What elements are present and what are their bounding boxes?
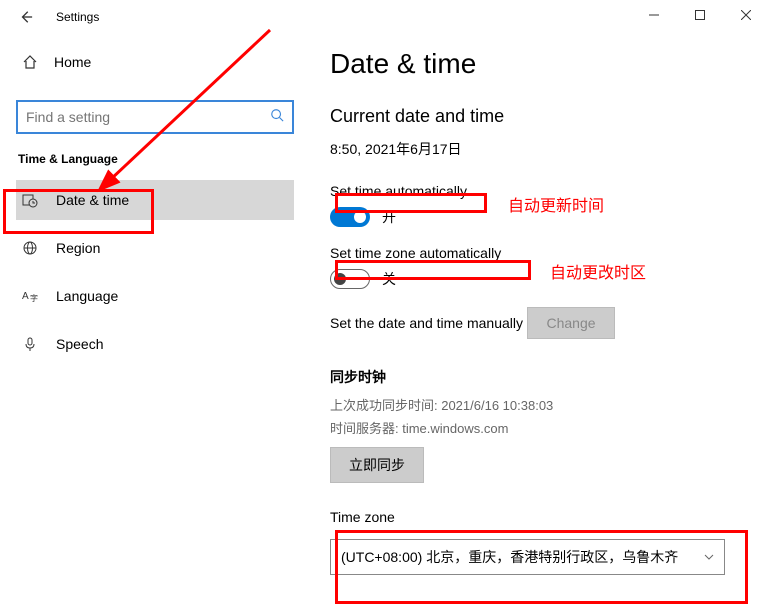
home-nav[interactable]: Home — [16, 44, 294, 80]
nav-label: Date & time — [56, 192, 129, 208]
timezone-label: Time zone — [330, 509, 395, 525]
maximize-button[interactable] — [677, 0, 723, 30]
search-input-box[interactable] — [16, 100, 294, 134]
category-header: Time & Language — [16, 152, 294, 166]
nav-region[interactable]: Region — [16, 228, 294, 268]
nav-label: Language — [56, 288, 118, 304]
svg-text:字: 字 — [30, 293, 38, 303]
window-title: Settings — [56, 10, 99, 24]
calendar-clock-icon — [20, 192, 40, 208]
close-button[interactable] — [723, 0, 769, 30]
page-title: Date & time — [330, 48, 769, 80]
sync-last-time: 上次成功同步时间: 2021/6/16 10:38:03 — [330, 395, 769, 414]
minimize-button[interactable] — [631, 0, 677, 30]
search-input[interactable] — [26, 109, 270, 125]
auto-timezone-state: 关 — [382, 269, 396, 289]
nav-label: Region — [56, 240, 100, 256]
auto-time-label: Set time automatically — [330, 183, 467, 199]
auto-timezone-label: Set time zone automatically — [330, 245, 501, 261]
current-datetime-value: 8:50, 2021年6月17日 — [330, 139, 769, 159]
sync-now-button[interactable]: 立即同步 — [330, 447, 424, 483]
timezone-select[interactable]: (UTC+08:00) 北京，重庆，香港特别行政区，乌鲁木齐 — [330, 539, 725, 575]
sidebar: Home Time & Language Date & time Region … — [0, 34, 310, 614]
home-label: Home — [54, 54, 91, 70]
language-icon: A字 — [20, 288, 40, 304]
svg-text:A: A — [22, 291, 29, 302]
chevron-down-icon — [704, 549, 714, 565]
nav-label: Speech — [56, 336, 103, 352]
auto-time-toggle[interactable] — [330, 207, 370, 227]
nav-date-time[interactable]: Date & time — [16, 180, 294, 220]
search-icon — [270, 108, 284, 127]
timezone-value: (UTC+08:00) 北京，重庆，香港特别行政区，乌鲁木齐 — [341, 547, 678, 567]
back-button[interactable] — [14, 5, 38, 29]
sync-clock-heading: 同步时钟 — [330, 367, 769, 387]
manual-datetime-label: Set the date and time manually — [330, 315, 523, 331]
current-datetime-heading: Current date and time — [330, 106, 769, 127]
auto-time-state: 开 — [382, 207, 396, 227]
auto-timezone-toggle[interactable] — [330, 269, 370, 289]
content-area: Date & time Current date and time 8:50, … — [310, 34, 769, 614]
nav-language[interactable]: A字 Language — [16, 276, 294, 316]
nav-speech[interactable]: Speech — [16, 324, 294, 364]
change-button[interactable]: Change — [527, 307, 614, 339]
globe-icon — [20, 240, 40, 256]
microphone-icon — [20, 336, 40, 352]
home-icon — [20, 54, 40, 70]
sync-server: 时间服务器: time.windows.com — [330, 418, 769, 437]
